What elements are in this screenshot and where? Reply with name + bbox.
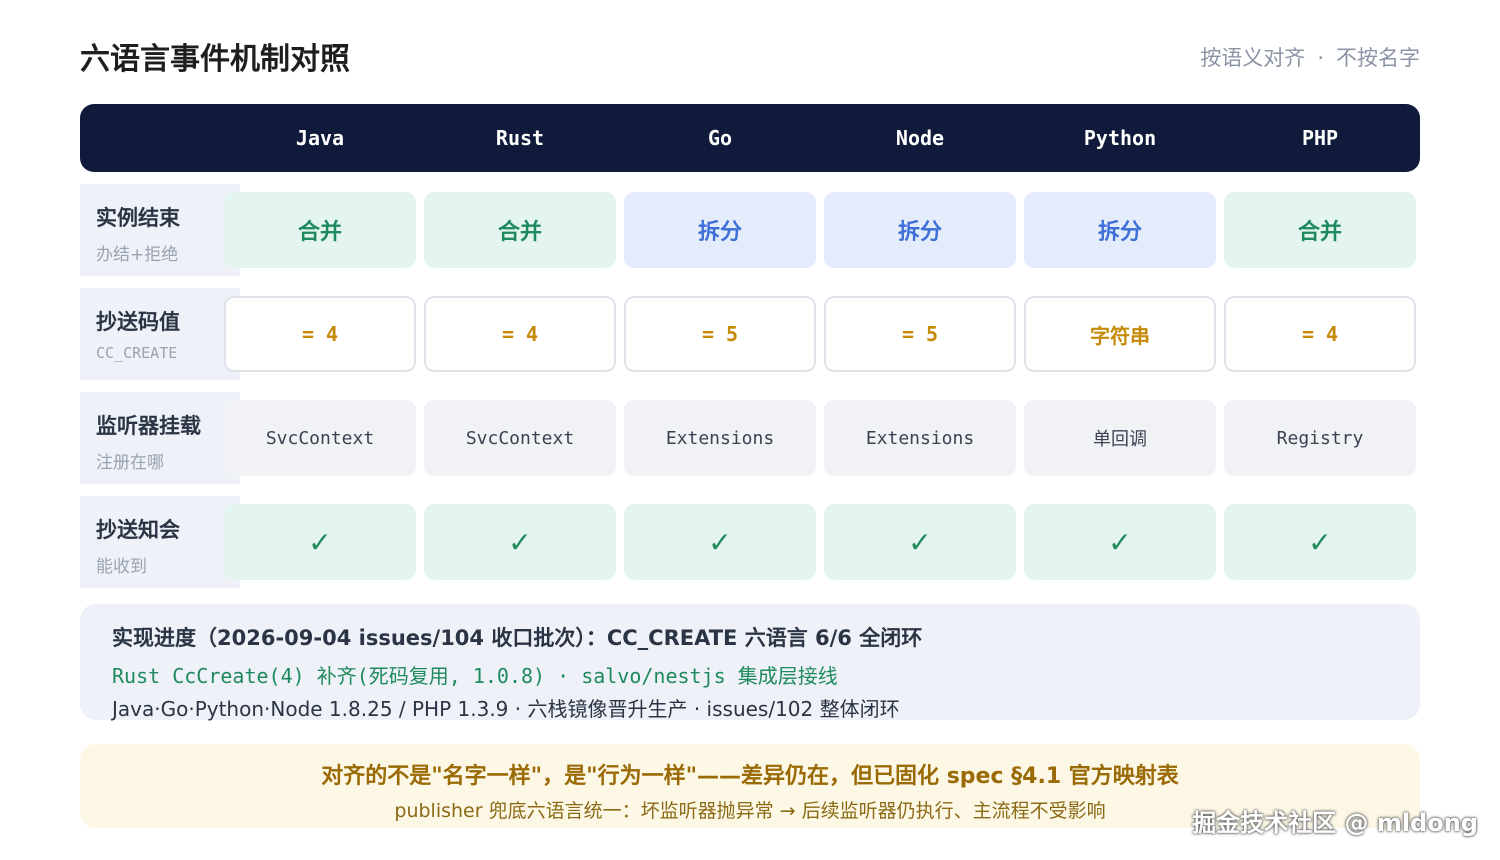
column-header-java: Java [295, 126, 345, 150]
cell-cc-code-node: = 5 [824, 296, 1016, 372]
column-header-node: Node [895, 126, 945, 150]
row-label-listener-mount: 监听器挂载 注册在哪 [80, 392, 240, 484]
progress-detail-versions: Java·Go·Python·Node 1.8.25 / PHP 1.3.9 ·… [112, 697, 900, 721]
cell-instance-end-java: 合并 [224, 192, 416, 268]
column-header-go: Go [707, 126, 733, 150]
subtitle-right: 不按名字 [1336, 46, 1420, 70]
page-title: 六语言事件机制对照 [80, 42, 350, 77]
check-icon: ✓ [1224, 504, 1416, 580]
row-label-subtitle: 能收到 [96, 557, 147, 577]
progress-panel: 实现进度（2026-09-04 issues/104 收口批次）：CC_CREA… [80, 604, 1420, 721]
column-header-php: PHP [1301, 126, 1339, 150]
page-subtitle: 按语义对齐 · 不按名字 [1200, 42, 1420, 72]
row-label-title: 抄送码值 [96, 310, 180, 334]
check-icon: ✓ [1024, 504, 1216, 580]
cell-listener-mount-java: SvcContext [224, 400, 416, 476]
cell-listener-mount-php: Registry [1224, 400, 1416, 476]
cell-instance-end-python: 拆分 [1024, 192, 1216, 268]
subtitle-separator: · [1317, 46, 1324, 70]
cell-cc-code-go: = 5 [624, 296, 816, 372]
cell-instance-end-php: 合并 [1224, 192, 1416, 268]
cell-instance-end-rust: 合并 [424, 192, 616, 268]
check-icon: ✓ [424, 504, 616, 580]
row-label-instance-end: 实例结束 办结+拒绝 [80, 184, 240, 276]
table-header: Java Rust Go Node Python PHP [80, 104, 1420, 172]
cell-listener-mount-rust: SvcContext [424, 400, 616, 476]
conclusion-headline: 对齐的不是"名字一样"，是"行为一样"——差异仍在，但已固化 spec §4.1… [321, 764, 1179, 789]
cell-listener-mount-node: Extensions [824, 400, 1016, 476]
row-label-title: 抄送知会 [96, 518, 180, 542]
cell-cc-code-php: = 4 [1224, 296, 1416, 372]
check-icon: ✓ [224, 504, 416, 580]
subtitle-left: 按语义对齐 [1200, 46, 1306, 70]
cell-cc-code-rust: = 4 [424, 296, 616, 372]
cell-instance-end-node: 拆分 [824, 192, 1016, 268]
row-label-subtitle: 办结+拒绝 [96, 245, 179, 265]
row-label-cc-notify: 抄送知会 能收到 [80, 496, 240, 588]
check-icon: ✓ [824, 504, 1016, 580]
row-label-cc-code: 抄送码值 CC_CREATE [80, 288, 240, 380]
check-icon: ✓ [624, 504, 816, 580]
row-label-subtitle: CC_CREATE [96, 344, 178, 362]
column-header-rust: Rust [495, 126, 545, 150]
progress-title: 实现进度（2026-09-04 issues/104 收口批次）：CC_CREA… [112, 626, 923, 650]
cell-listener-mount-python: 单回调 [1024, 400, 1216, 476]
column-header-python: Python [1083, 126, 1157, 150]
row-label-title: 监听器挂载 [96, 414, 201, 438]
row-label-subtitle: 注册在哪 [96, 453, 164, 473]
progress-detail-rust: Rust CcCreate(4) 补齐(死码复用, 1.0.8) · salvo… [112, 664, 838, 688]
row-label-title: 实例结束 [96, 206, 180, 230]
cell-listener-mount-go: Extensions [624, 400, 816, 476]
watermark: 掘金技术社区 @ mldong [1192, 809, 1478, 837]
cell-instance-end-go: 拆分 [624, 192, 816, 268]
cell-cc-code-java: = 4 [224, 296, 416, 372]
cell-cc-code-python: 字符串 [1024, 296, 1216, 372]
